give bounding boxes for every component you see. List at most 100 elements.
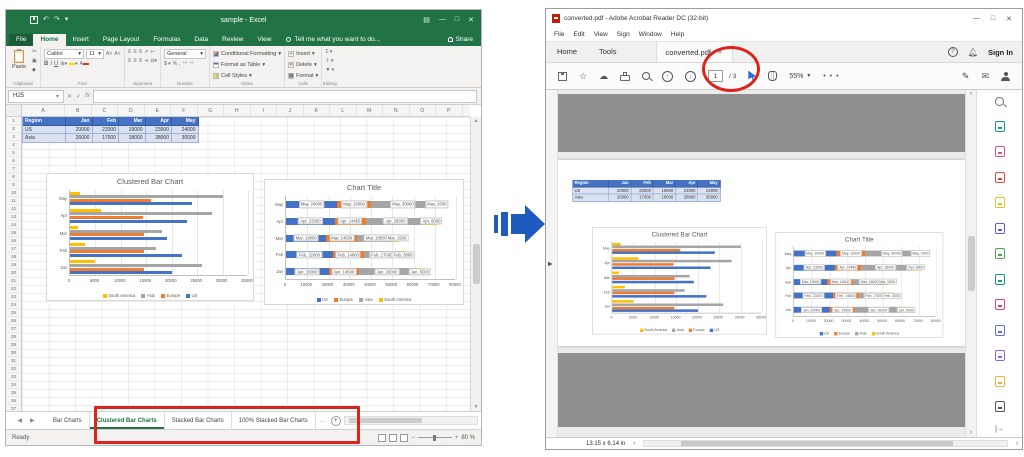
menu-view[interactable]: View — [594, 31, 608, 38]
vertical-scroll-thumb[interactable] — [968, 236, 975, 291]
decimal-icons[interactable]: ⁺⁰ ⁻⁰ — [183, 61, 194, 68]
align-left-icon[interactable]: ≡ — [128, 58, 132, 65]
row-header-13[interactable]: 13 — [6, 213, 21, 221]
excel-tab-home[interactable]: Home — [33, 34, 65, 46]
search-icon[interactable] — [642, 72, 650, 80]
formula-input[interactable] — [93, 90, 477, 103]
column-header-D[interactable]: D — [118, 105, 145, 116]
merge-center-icon[interactable]: ⊟▾ — [150, 58, 157, 65]
compress-pdf-icon[interactable] — [995, 274, 1005, 285]
confirm-entry-icon[interactable]: ✓ — [76, 93, 81, 100]
align-bottom-icon[interactable]: ≡ — [139, 49, 143, 56]
orientation-icon[interactable]: ⇗ — [144, 49, 148, 56]
insert-cells-button[interactable]: + Insert▾ — [288, 49, 318, 58]
row-header-4[interactable]: 4 — [6, 141, 21, 149]
notifications-bell-icon[interactable]: 🔔︎ — [968, 48, 978, 57]
cancel-entry-icon[interactable]: ✕ — [67, 93, 72, 100]
excel-tab-review[interactable]: Review — [215, 34, 250, 46]
wrap-text-icon[interactable]: ↩ — [150, 49, 154, 56]
row-header-25[interactable]: 25 — [6, 309, 21, 317]
column-header-H[interactable]: H — [224, 105, 251, 116]
cell-styles-button[interactable]: Cell Styles▾ — [213, 71, 281, 80]
organize-pages-icon[interactable] — [995, 146, 1005, 157]
row-header-14[interactable]: 14 — [6, 221, 21, 229]
sort-filter-icon[interactable]: ▼ ▾ — [325, 67, 334, 74]
row-header-35[interactable]: 35 — [6, 389, 21, 397]
column-header-P[interactable]: P — [436, 105, 463, 116]
align-top-icon[interactable]: ≡ — [128, 49, 132, 56]
shrink-font-icon[interactable]: A˅ — [114, 51, 120, 58]
copy-icon[interactable]: ▣ — [32, 58, 37, 65]
borders-icon[interactable]: ⊞▾ — [60, 61, 67, 68]
page-layout-view-icon[interactable] — [389, 434, 397, 442]
menu-help[interactable]: Help — [671, 31, 684, 38]
align-middle-icon[interactable]: ≡ — [133, 49, 137, 56]
horizontal-scroll-thumb[interactable] — [681, 441, 953, 446]
menu-file[interactable]: File — [554, 31, 564, 38]
sheet-tab-bar-charts[interactable]: Bar Charts — [46, 412, 90, 429]
row-header-33[interactable]: 33 — [6, 373, 21, 381]
align-center-icon[interactable]: ≡ — [133, 58, 137, 65]
row-header-6[interactable]: 6 — [6, 157, 21, 165]
row-header-15[interactable]: 15 — [6, 229, 21, 237]
conditional-formatting-button[interactable]: Conditional Formatting▾ — [213, 49, 281, 58]
row-header-31[interactable]: 31 — [6, 357, 21, 365]
zoom-slider-knob[interactable] — [433, 435, 436, 441]
scroll-left-icon[interactable]: ‹ — [633, 441, 635, 447]
font-color-icon[interactable]: A — [80, 61, 89, 68]
sign-in-person-icon[interactable] — [1001, 72, 1010, 81]
row-header-7[interactable]: 7 — [6, 165, 21, 173]
format-cells-button[interactable]: ▦ Format▾ — [288, 71, 318, 80]
font-name-select[interactable]: Calibri▾ — [44, 49, 84, 59]
column-header-E[interactable]: E — [145, 105, 172, 116]
italic-button[interactable]: I — [50, 61, 52, 68]
stamp-icon[interactable] — [995, 376, 1005, 387]
row-header-22[interactable]: 22 — [6, 285, 21, 293]
page-break-view-icon[interactable] — [400, 434, 408, 442]
excel-tab-view[interactable]: View — [250, 34, 278, 46]
row-header-32[interactable]: 32 — [6, 365, 21, 373]
menu-edit[interactable]: Edit — [573, 31, 584, 38]
column-header-K[interactable]: K — [304, 105, 331, 116]
row-header-5[interactable]: 5 — [6, 149, 21, 157]
collapse-panel-icon[interactable]: |→ — [995, 426, 1004, 433]
close-icon[interactable]: ✕ — [468, 16, 474, 24]
bold-button[interactable]: B — [44, 61, 48, 68]
font-size-select[interactable]: 11▾ — [86, 49, 104, 59]
search-icon[interactable] — [995, 97, 1004, 106]
zoom-slider[interactable] — [418, 437, 452, 438]
protect-pdf-icon[interactable] — [995, 325, 1005, 336]
scroll-up-icon[interactable]: ˄ — [970, 91, 973, 97]
minimize-icon[interactable]: — — [973, 15, 980, 23]
prev-sheet-icon[interactable]: ◀ — [17, 417, 22, 424]
share-cloud-icon[interactable]: ☁ — [599, 72, 608, 81]
scroll-up-icon[interactable]: ▲ — [474, 118, 479, 124]
row-header-8[interactable]: 8 — [6, 173, 21, 181]
document-canvas[interactable]: RegionJanFebMarAprMayUS20000220001900023… — [558, 90, 965, 437]
autosum-icon[interactable]: Σ ▾ — [325, 49, 334, 56]
fill-sign-pen-icon[interactable]: ✎ — [962, 71, 970, 82]
row-header-3[interactable]: 3 — [6, 133, 21, 141]
excel-vertical-scrollbar[interactable]: ▲ ▼ — [470, 117, 481, 411]
create-pdf-icon[interactable] — [995, 172, 1005, 183]
page-up-icon[interactable]: ↑ — [662, 71, 673, 82]
row-header-36[interactable]: 36 — [6, 397, 21, 405]
row-header-23[interactable]: 23 — [6, 293, 21, 301]
row-header-12[interactable]: 12 — [6, 205, 21, 213]
zoom-percent-label[interactable]: 80 % — [461, 435, 475, 441]
column-header-C[interactable]: C — [92, 105, 119, 116]
maximize-icon[interactable]: □ — [455, 16, 459, 24]
row-header-9[interactable]: 9 — [6, 181, 21, 189]
excel-tab-page-layout[interactable]: Page Layout — [96, 34, 147, 46]
combine-files-icon[interactable] — [995, 223, 1005, 234]
row-header-17[interactable]: 17 — [6, 245, 21, 253]
delete-cells-button[interactable]: ✕ Delete▾ — [288, 60, 318, 69]
name-box[interactable]: H25▾ — [8, 90, 64, 103]
format-as-table-button[interactable]: Format as Table▾ — [213, 60, 281, 69]
indent-icon[interactable]: ⇥ — [144, 58, 148, 65]
zoom-in-icon[interactable]: + — [455, 435, 459, 441]
row-header-34[interactable]: 34 — [6, 381, 21, 389]
row-header-20[interactable]: 20 — [6, 269, 21, 277]
row-header-28[interactable]: 28 — [6, 333, 21, 341]
column-header-N[interactable]: N — [383, 105, 410, 116]
